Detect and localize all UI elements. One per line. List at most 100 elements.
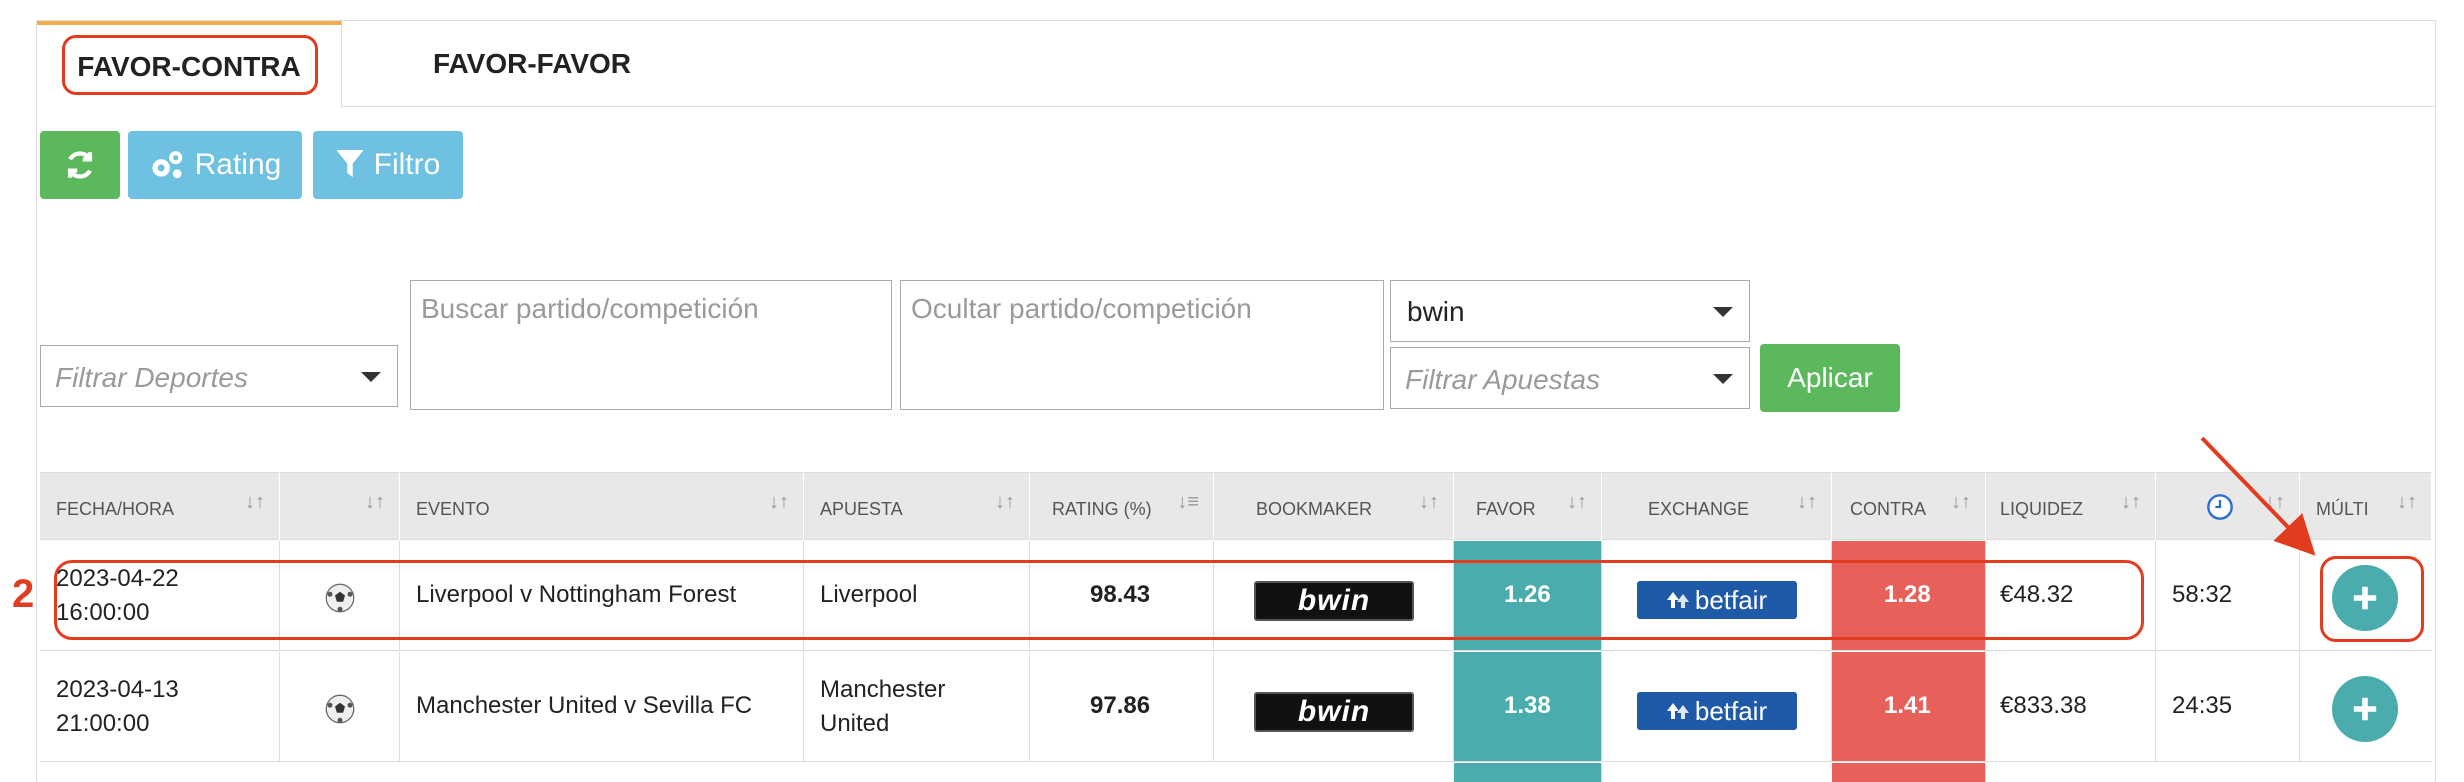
bets-filter-placeholder: Filtrar Apuestas	[1405, 364, 1601, 395]
filter-label: Filtro	[373, 148, 441, 181]
soccer-ball-icon	[325, 694, 355, 724]
favor-odds-text: 1.38	[1504, 692, 1551, 719]
event-cell[interactable]: Manchester United v Sevilla FC	[400, 652, 804, 761]
sort-desc-icon: ↓≡	[1177, 491, 1199, 513]
apply-label: Aplicar	[1787, 362, 1873, 393]
contra-odds-text: 1.41	[1884, 692, 1931, 719]
sort-icon: ↓↑	[2397, 491, 2417, 513]
plus-icon	[2353, 697, 2377, 721]
sort-icon: ↓↑	[245, 491, 265, 513]
countdown-cell: 24:35	[2156, 652, 2300, 761]
liquidity-text: €833.38	[2000, 692, 2087, 719]
rating-button[interactable]: Rating	[128, 131, 302, 199]
col-liquidity-header[interactable]: LIQUIDEZ ↓↑	[1986, 473, 2156, 541]
col-contra-header[interactable]: CONTRA ↓↑	[1832, 473, 1986, 541]
col-label: RATING (%)	[1052, 499, 1152, 519]
sort-icon: ↓↑	[769, 491, 789, 513]
bookmaker-select[interactable]: bwin	[1390, 280, 1750, 342]
liquidity-cell: €833.38	[1986, 652, 2156, 761]
col-label: LIQUIDEZ	[2000, 499, 2084, 519]
bookmaker-value: bwin	[1407, 296, 1465, 327]
chevron-down-icon	[361, 372, 381, 382]
betfair-arrows-icon	[1666, 703, 1689, 719]
clock-icon	[2207, 494, 2233, 520]
col-label: MÚLTI	[2316, 499, 2369, 519]
chevron-down-icon	[1713, 307, 1733, 317]
col-rating-header[interactable]: RATING (%) ↓≡	[1030, 473, 1214, 541]
col-label: EXCHANGE	[1648, 499, 1750, 519]
refresh-button[interactable]	[40, 131, 120, 199]
table-row-partial	[40, 763, 2432, 782]
betfair-logo: betfair	[1637, 692, 1797, 730]
rating-cell: 97.86	[1030, 652, 1214, 761]
time-text: 21:00:00	[56, 710, 150, 737]
date-text: 2023-04-13	[56, 676, 179, 703]
sport-cell	[280, 652, 400, 761]
bookmaker-cell[interactable]: bwin	[1214, 652, 1454, 761]
table-row[interactable]: 2023-04-13 21:00:00 Manchester United v …	[40, 652, 2432, 762]
tab-bar: FAVOR-CONTRA FAVOR-FAVOR	[37, 21, 2435, 108]
col-label: FECHA/HORA	[56, 499, 175, 519]
add-multi-button[interactable]	[2332, 676, 2398, 742]
tab-highlight-annotation	[62, 35, 318, 95]
countdown-text: 24:35	[2172, 692, 2233, 719]
col-label: FAVOR	[1476, 499, 1536, 519]
multi-cell	[2300, 652, 2432, 761]
bwin-logo: bwin	[1254, 692, 1414, 732]
sort-icon: ↓↑	[1419, 491, 1439, 513]
funnel-icon	[336, 150, 364, 178]
sort-icon: ↓↑	[2265, 491, 2285, 513]
filter-button[interactable]: Filtro	[313, 131, 463, 199]
event-text: Manchester United v Sevilla FC	[416, 692, 753, 719]
contra-odds-cell	[1832, 763, 1986, 782]
col-label: BOOKMAKER	[1256, 499, 1373, 519]
bookmaker-logo-text: bwin	[1297, 695, 1371, 728]
col-bookmaker-header[interactable]: BOOKMAKER ↓↑	[1214, 473, 1454, 541]
col-bet-header[interactable]: APUESTA ↓↑	[804, 473, 1030, 541]
col-label: EVENTO	[416, 499, 490, 519]
favor-odds-cell: 1.38	[1454, 652, 1602, 761]
col-favor-header[interactable]: FAVOR ↓↑	[1454, 473, 1602, 541]
exchange-cell[interactable]: betfair	[1602, 652, 1832, 761]
tab-label: FAVOR-FAVOR	[432, 48, 632, 79]
apply-button[interactable]: Aplicar	[1760, 344, 1900, 412]
search-match-input[interactable]: Buscar partido/competición	[410, 280, 892, 410]
sort-icon: ↓↑	[1567, 491, 1587, 513]
countdown-cell: 58:32	[2156, 541, 2300, 650]
bets-filter-select[interactable]: Filtrar Apuestas	[1390, 347, 1750, 409]
bet-text-line2: United	[820, 710, 890, 737]
countdown-text: 58:32	[2172, 581, 2233, 608]
bet-cell: Manchester United	[804, 652, 1030, 761]
sort-icon: ↓↑	[1951, 491, 1971, 513]
refresh-icon	[67, 151, 93, 179]
sports-filter-placeholder: Filtrar Deportes	[55, 362, 248, 393]
plus-button-highlight-annotation	[2320, 556, 2424, 642]
col-label: APUESTA	[820, 499, 903, 519]
col-date-header[interactable]: FECHA/HORA ↓↑	[40, 473, 280, 541]
sports-filter-select[interactable]: Filtrar Deportes	[40, 345, 398, 407]
hide-match-input[interactable]: Ocultar partido/competición	[900, 280, 1384, 410]
contra-odds-cell: 1.41	[1832, 652, 1986, 761]
gears-icon	[152, 151, 182, 179]
col-time-header[interactable]: ↓↑	[2156, 473, 2300, 541]
table-header: FECHA/HORA ↓↑ ↓↑ EVENTO ↓↑ APUESTA ↓↑ RATIN…	[40, 472, 2432, 541]
step-number-annotation: 2	[12, 572, 35, 616]
chevron-down-icon	[1713, 374, 1733, 384]
col-label: CONTRA	[1850, 499, 1926, 519]
col-exchange-header[interactable]: EXCHANGE ↓↑	[1602, 473, 1832, 541]
tab-favor-favor[interactable]: FAVOR-FAVOR	[342, 21, 722, 107]
hide-match-placeholder: Ocultar partido/competición	[911, 293, 1252, 324]
col-sport-header[interactable]: ↓↑	[280, 473, 400, 541]
sort-icon: ↓↑	[2121, 491, 2141, 513]
search-match-placeholder: Buscar partido/competición	[421, 293, 759, 324]
sort-icon: ↓↑	[995, 491, 1015, 513]
row-highlight-annotation	[54, 560, 2144, 640]
favor-odds-cell	[1454, 763, 1602, 782]
col-event-header[interactable]: EVENTO ↓↑	[400, 473, 804, 541]
rating-text: 97.86	[1090, 692, 1151, 719]
sort-icon: ↓↑	[365, 491, 385, 513]
exchange-logo-text: betfair	[1694, 695, 1768, 726]
date-cell: 2023-04-13 21:00:00	[40, 652, 280, 761]
col-multi-header[interactable]: MÚLTI ↓↑	[2300, 473, 2432, 541]
rating-label: Rating	[194, 148, 282, 181]
